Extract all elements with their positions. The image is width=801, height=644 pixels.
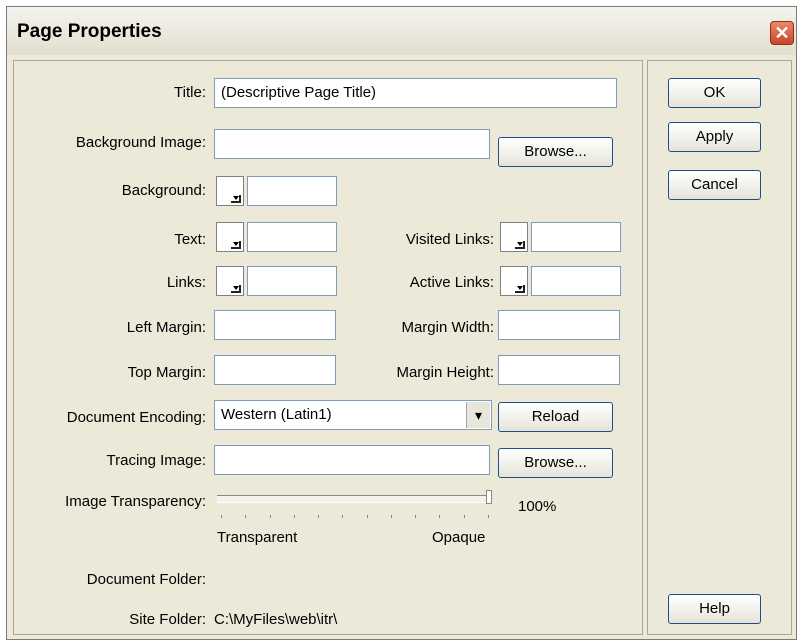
top-margin-label: Top Margin: xyxy=(127,364,206,381)
apply-button[interactable]: Apply xyxy=(668,122,761,152)
margin-height-input[interactable] xyxy=(498,355,620,385)
visited-links-color-picker[interactable] xyxy=(500,222,528,252)
help-button[interactable]: Help xyxy=(668,594,761,624)
visited-links-color-input[interactable] xyxy=(531,222,621,252)
document-encoding-select[interactable]: Western (Latin1) ▾ xyxy=(214,400,492,430)
browse-background-button[interactable]: Browse... xyxy=(498,137,613,167)
slider-tick xyxy=(293,515,295,518)
links-color-input[interactable] xyxy=(247,266,337,296)
title-label: Title: xyxy=(174,84,206,101)
background-color-picker[interactable] xyxy=(216,176,244,206)
background-label: Background: xyxy=(121,182,206,199)
background-image-input[interactable] xyxy=(214,129,490,159)
dialog-title: Page Properties xyxy=(17,21,162,42)
margin-width-input[interactable] xyxy=(498,310,620,340)
title-bar[interactable]: Page Properties ✕ xyxy=(7,7,796,55)
chevron-down-icon xyxy=(517,286,523,290)
slider-tick xyxy=(245,515,247,518)
document-folder-label: Document Folder: xyxy=(86,571,206,588)
margin-height-label: Margin Height: xyxy=(396,364,494,381)
active-links-label: Active Links: xyxy=(409,274,494,291)
slider-max-label: Opaque xyxy=(432,529,486,546)
left-margin-input[interactable] xyxy=(214,310,336,340)
document-encoding-label: Document Encoding: xyxy=(66,409,206,426)
links-color-picker[interactable] xyxy=(216,266,244,296)
links-label: Links: xyxy=(166,274,206,291)
active-links-color-picker[interactable] xyxy=(500,266,528,296)
slider-tick xyxy=(390,515,392,518)
encoding-selected-value: Western (Latin1) xyxy=(221,406,332,423)
slider-min-label: Transparent xyxy=(217,529,298,546)
tracing-image-label: Tracing Image: xyxy=(106,452,207,469)
slider-tick xyxy=(269,515,271,518)
chevron-down-icon[interactable]: ▾ xyxy=(466,402,490,428)
browse-tracing-button[interactable]: Browse... xyxy=(498,448,613,478)
chevron-down-icon xyxy=(233,242,239,246)
title-input[interactable]: (Descriptive Page Title) xyxy=(214,78,617,108)
slider-tick xyxy=(366,515,368,518)
chevron-down-icon xyxy=(517,242,523,246)
top-margin-input[interactable] xyxy=(214,355,336,385)
slider-tick xyxy=(318,515,320,518)
transparency-slider-thumb[interactable] xyxy=(486,490,492,504)
ok-button[interactable]: OK xyxy=(668,78,761,108)
slider-tick xyxy=(221,515,222,518)
slider-tick xyxy=(342,515,344,518)
site-folder-label: Site Folder: xyxy=(129,611,206,628)
background-color-input[interactable] xyxy=(247,176,337,206)
image-transparency-label: Image Transparency: xyxy=(65,493,206,510)
left-margin-label: Left Margin: xyxy=(126,319,206,336)
reload-button[interactable]: Reload xyxy=(498,402,613,432)
slider-tick xyxy=(439,515,441,518)
transparency-value: 100% xyxy=(518,498,557,515)
close-icon[interactable]: ✕ xyxy=(770,21,794,45)
site-folder-value: C:\MyFiles\web\itr\ xyxy=(214,611,338,628)
slider-tick xyxy=(488,515,489,518)
background-image-label: Background Image: xyxy=(75,134,206,151)
visited-links-label: Visited Links: xyxy=(405,231,494,248)
chevron-down-icon xyxy=(233,196,239,200)
tracing-image-input[interactable] xyxy=(214,445,490,475)
text-label: Text: xyxy=(174,231,206,248)
margin-width-label: Margin Width: xyxy=(401,319,494,336)
chevron-down-icon xyxy=(233,286,239,290)
text-color-picker[interactable] xyxy=(216,222,244,252)
active-links-color-input[interactable] xyxy=(531,266,621,296)
transparency-slider-track[interactable] xyxy=(217,495,492,503)
slider-tick xyxy=(415,515,417,518)
slider-tick xyxy=(463,515,465,518)
text-color-input[interactable] xyxy=(247,222,337,252)
cancel-button[interactable]: Cancel xyxy=(668,170,761,200)
